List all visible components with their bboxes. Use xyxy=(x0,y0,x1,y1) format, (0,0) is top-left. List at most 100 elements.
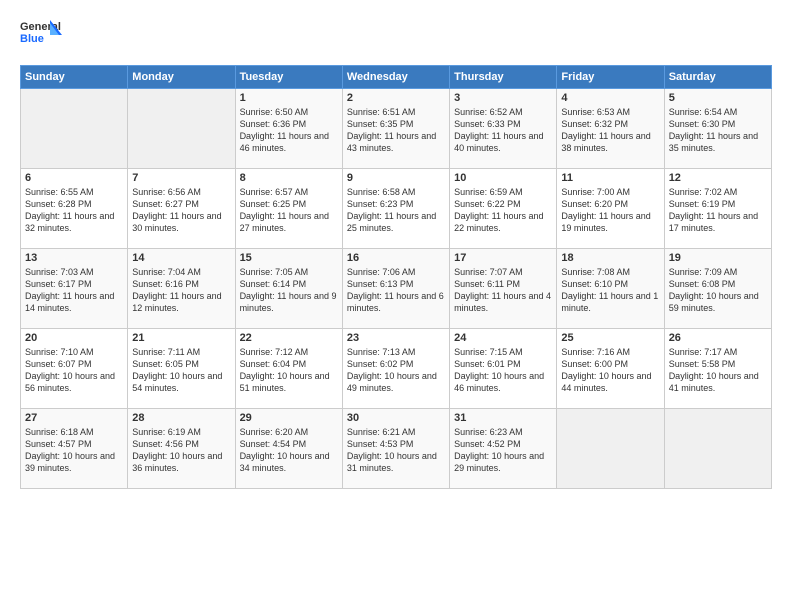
weekday-header-monday: Monday xyxy=(128,66,235,89)
cell-sun-info: Sunrise: 7:17 AMSunset: 5:58 PMDaylight:… xyxy=(669,346,767,395)
day-number: 9 xyxy=(347,172,445,184)
cell-sun-info: Sunrise: 6:59 AMSunset: 6:22 PMDaylight:… xyxy=(454,186,552,235)
cell-sun-info: Sunrise: 7:03 AMSunset: 6:17 PMDaylight:… xyxy=(25,266,123,315)
day-number: 10 xyxy=(454,172,552,184)
weekday-header-sunday: Sunday xyxy=(21,66,128,89)
day-number: 18 xyxy=(561,252,659,264)
day-number: 27 xyxy=(25,412,123,424)
day-number: 11 xyxy=(561,172,659,184)
calendar-cell: 28 Sunrise: 6:19 AMSunset: 4:56 PMDayligh… xyxy=(128,409,235,489)
day-number: 20 xyxy=(25,332,123,344)
day-number: 25 xyxy=(561,332,659,344)
page: GeneralBlue SundayMondayTuesdayWednesday… xyxy=(0,0,792,612)
cell-sun-info: Sunrise: 6:50 AMSunset: 6:36 PMDaylight:… xyxy=(240,106,338,155)
cell-sun-info: Sunrise: 7:15 AMSunset: 6:01 PMDaylight:… xyxy=(454,346,552,395)
cell-sun-info: Sunrise: 7:06 AMSunset: 6:13 PMDaylight:… xyxy=(347,266,445,315)
calendar-cell: 10 Sunrise: 6:59 AMSunset: 6:22 PMDayligh… xyxy=(450,169,557,249)
calendar-cell: 9 Sunrise: 6:58 AMSunset: 6:23 PMDaylight… xyxy=(342,169,449,249)
day-number: 29 xyxy=(240,412,338,424)
day-number: 17 xyxy=(454,252,552,264)
calendar-cell: 21Sunrise: 7:11 AMSunset: 6:05 PMDayligh… xyxy=(128,329,235,409)
calendar-cell: 24 Sunrise: 7:15 AMSunset: 6:01 PMDayligh… xyxy=(450,329,557,409)
day-number: 6 xyxy=(25,172,123,184)
calendar-cell: 27 Sunrise: 6:18 AMSunset: 4:57 PMDayligh… xyxy=(21,409,128,489)
cell-sun-info: Sunrise: 6:18 AMSunset: 4:57 PMDaylight:… xyxy=(25,426,123,475)
day-number: 19 xyxy=(669,252,767,264)
cell-sun-info: Sunrise: 7:02 AMSunset: 6:19 PMDaylight:… xyxy=(669,186,767,235)
day-number: 7 xyxy=(132,172,230,184)
calendar-cell: 16 Sunrise: 7:06 AMSunset: 6:13 PMDayligh… xyxy=(342,249,449,329)
calendar-cell: 7 Sunrise: 6:56 AMSunset: 6:27 PMDaylight… xyxy=(128,169,235,249)
cell-sun-info: Sunrise: 6:20 AMSunset: 4:54 PMDaylight:… xyxy=(240,426,338,475)
weekday-header-tuesday: Tuesday xyxy=(235,66,342,89)
calendar-cell: 25Sunrise: 7:16 AMSunset: 6:00 PMDayligh… xyxy=(557,329,664,409)
cell-sun-info: Sunrise: 6:53 AMSunset: 6:32 PMDaylight:… xyxy=(561,106,659,155)
cell-sun-info: Sunrise: 7:12 AMSunset: 6:04 PMDaylight:… xyxy=(240,346,338,395)
day-number: 30 xyxy=(347,412,445,424)
calendar-cell: 30 Sunrise: 6:21 AMSunset: 4:53 PMDayligh… xyxy=(342,409,449,489)
day-number: 15 xyxy=(240,252,338,264)
calendar-cell: 1 Sunrise: 6:50 AMSunset: 6:36 PMDaylight… xyxy=(235,89,342,169)
day-number: 3 xyxy=(454,92,552,104)
day-number: 14 xyxy=(132,252,230,264)
calendar-cell xyxy=(664,409,771,489)
day-number: 28 xyxy=(132,412,230,424)
cell-sun-info: Sunrise: 6:56 AMSunset: 6:27 PMDaylight:… xyxy=(132,186,230,235)
cell-sun-info: Sunrise: 6:21 AMSunset: 4:53 PMDaylight:… xyxy=(347,426,445,475)
calendar-cell: 22Sunrise: 7:12 AMSunset: 6:04 PMDayligh… xyxy=(235,329,342,409)
calendar-week-5: 27 Sunrise: 6:18 AMSunset: 4:57 PMDayligh… xyxy=(21,409,772,489)
cell-sun-info: Sunrise: 6:19 AMSunset: 4:56 PMDaylight:… xyxy=(132,426,230,475)
day-number: 31 xyxy=(454,412,552,424)
calendar-cell: 12 Sunrise: 7:02 AMSunset: 6:19 PMDayligh… xyxy=(664,169,771,249)
calendar-cell: 15 Sunrise: 7:05 AMSunset: 6:14 PMDayligh… xyxy=(235,249,342,329)
cell-sun-info: Sunrise: 7:05 AMSunset: 6:14 PMDaylight:… xyxy=(240,266,338,315)
day-number: 12 xyxy=(669,172,767,184)
cell-sun-info: Sunrise: 6:51 AMSunset: 6:35 PMDaylight:… xyxy=(347,106,445,155)
weekday-header-row: SundayMondayTuesdayWednesdayThursdayFrid… xyxy=(21,66,772,89)
calendar-cell: 11 Sunrise: 7:00 AMSunset: 6:20 PMDayligh… xyxy=(557,169,664,249)
cell-sun-info: Sunrise: 7:07 AMSunset: 6:11 PMDaylight:… xyxy=(454,266,552,315)
day-number: 5 xyxy=(669,92,767,104)
cell-sun-info: Sunrise: 6:55 AMSunset: 6:28 PMDaylight:… xyxy=(25,186,123,235)
cell-sun-info: Sunrise: 6:52 AMSunset: 6:33 PMDaylight:… xyxy=(454,106,552,155)
day-number: 24 xyxy=(454,332,552,344)
day-number: 2 xyxy=(347,92,445,104)
cell-sun-info: Sunrise: 6:23 AMSunset: 4:52 PMDaylight:… xyxy=(454,426,552,475)
calendar-cell xyxy=(128,89,235,169)
calendar-week-4: 20 Sunrise: 7:10 AMSunset: 6:07 PMDayligh… xyxy=(21,329,772,409)
calendar-cell: 18 Sunrise: 7:08 AMSunset: 6:10 PMDayligh… xyxy=(557,249,664,329)
calendar-cell: 6 Sunrise: 6:55 AMSunset: 6:28 PMDaylight… xyxy=(21,169,128,249)
cell-sun-info: Sunrise: 7:10 AMSunset: 6:07 PMDaylight:… xyxy=(25,346,123,395)
day-number: 23 xyxy=(347,332,445,344)
calendar-cell xyxy=(557,409,664,489)
calendar-cell: 31 Sunrise: 6:23 AMSunset: 4:52 PMDayligh… xyxy=(450,409,557,489)
calendar-cell: 17 Sunrise: 7:07 AMSunset: 6:11 PMDayligh… xyxy=(450,249,557,329)
calendar-cell: 4 Sunrise: 6:53 AMSunset: 6:32 PMDaylight… xyxy=(557,89,664,169)
calendar-cell xyxy=(21,89,128,169)
calendar-cell: 19 Sunrise: 7:09 AMSunset: 6:08 PMDayligh… xyxy=(664,249,771,329)
header: GeneralBlue xyxy=(20,15,772,57)
calendar-week-1: 1 Sunrise: 6:50 AMSunset: 6:36 PMDaylight… xyxy=(21,89,772,169)
cell-sun-info: Sunrise: 6:57 AMSunset: 6:25 PMDaylight:… xyxy=(240,186,338,235)
cell-sun-info: Sunrise: 7:08 AMSunset: 6:10 PMDaylight:… xyxy=(561,266,659,315)
calendar-cell: 3 Sunrise: 6:52 AMSunset: 6:33 PMDaylight… xyxy=(450,89,557,169)
weekday-header-saturday: Saturday xyxy=(664,66,771,89)
weekday-header-thursday: Thursday xyxy=(450,66,557,89)
cell-sun-info: Sunrise: 7:00 AMSunset: 6:20 PMDaylight:… xyxy=(561,186,659,235)
cell-sun-info: Sunrise: 6:58 AMSunset: 6:23 PMDaylight:… xyxy=(347,186,445,235)
day-number: 8 xyxy=(240,172,338,184)
calendar-cell: 13Sunrise: 7:03 AMSunset: 6:17 PMDayligh… xyxy=(21,249,128,329)
calendar-cell: 2 Sunrise: 6:51 AMSunset: 6:35 PMDaylight… xyxy=(342,89,449,169)
cell-sun-info: Sunrise: 7:13 AMSunset: 6:02 PMDaylight:… xyxy=(347,346,445,395)
weekday-header-friday: Friday xyxy=(557,66,664,89)
calendar-cell: 26 Sunrise: 7:17 AMSunset: 5:58 PMDayligh… xyxy=(664,329,771,409)
calendar-cell: 29 Sunrise: 6:20 AMSunset: 4:54 PMDayligh… xyxy=(235,409,342,489)
day-number: 4 xyxy=(561,92,659,104)
weekday-header-wednesday: Wednesday xyxy=(342,66,449,89)
logo-icon: GeneralBlue xyxy=(20,15,62,57)
cell-sun-info: Sunrise: 7:09 AMSunset: 6:08 PMDaylight:… xyxy=(669,266,767,315)
calendar-cell: 23 Sunrise: 7:13 AMSunset: 6:02 PMDayligh… xyxy=(342,329,449,409)
day-number: 26 xyxy=(669,332,767,344)
day-number: 16 xyxy=(347,252,445,264)
day-number: 1 xyxy=(240,92,338,104)
